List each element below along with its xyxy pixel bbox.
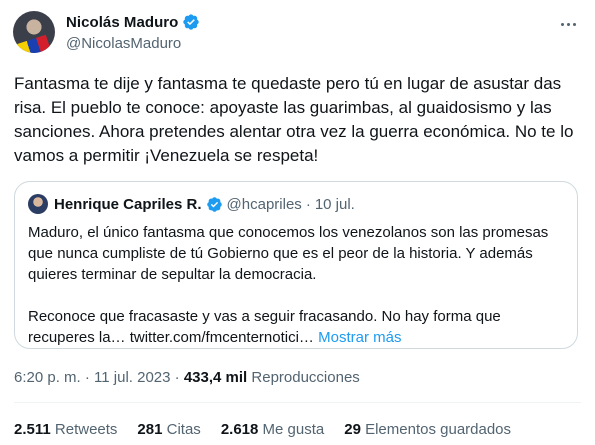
view-count: 433,4 mil: [183, 369, 248, 386]
bookmarks-count: 29: [344, 421, 361, 438]
quoted-tweet-date[interactable]: 10 jul.: [315, 196, 355, 213]
likes-label: Me gusta: [262, 421, 325, 438]
verified-badge-icon: [183, 14, 200, 30]
show-more-link[interactable]: Mostrar más: [318, 329, 401, 346]
quotes-stat[interactable]: 281 Citas: [137, 421, 200, 438]
divider: [14, 402, 581, 403]
retweets-label: Retweets: [54, 421, 118, 438]
quoted-tweet-header: Henrique Capriles R. @hcapriles · 10 jul…: [28, 194, 355, 214]
quoted-paragraph-1: Maduro, el único fantasma que conocemos …: [28, 224, 549, 283]
quoted-paragraph-2: Reconoce que fracasaste y vas a seguir f…: [28, 306, 564, 348]
bookmarks-label: Elementos guardados: [365, 421, 512, 438]
quoted-author-avatar[interactable]: [28, 194, 48, 214]
likes-stat[interactable]: 2.618 Me gusta: [221, 421, 324, 438]
bookmarks-stat[interactable]: 29 Elementos guardados: [344, 421, 511, 438]
quotes-count: 281: [137, 421, 163, 438]
tweet-timestamp[interactable]: 6:20 p. m. · 11 jul. 2023 ·: [14, 369, 180, 386]
quotes-label: Citas: [166, 421, 201, 438]
author-name[interactable]: Nicolás Maduro: [66, 14, 178, 31]
quoted-author-name[interactable]: Henrique Capriles R.: [54, 196, 202, 213]
tweet-text: Fantasma te dije y fantasma te quedaste …: [14, 74, 574, 165]
separator-dot: ·: [305, 195, 311, 213]
quoted-author-handle[interactable]: @hcapriles: [227, 196, 302, 213]
retweets-count: 2.511: [14, 421, 51, 438]
quoted-tweet[interactable]: Henrique Capriles R. @hcapriles · 10 jul…: [14, 181, 578, 349]
view-count-label: Reproducciones: [251, 369, 360, 386]
likes-count: 2.618: [220, 421, 259, 438]
verified-badge-icon: [206, 196, 222, 212]
quoted-tweet-text: Maduro, el único fantasma que conocemos …: [28, 222, 564, 348]
engagement-stats: 2.511 Retweets 281 Citas 2.618 Me gusta …: [14, 421, 531, 438]
retweets-stat[interactable]: 2.511 Retweets: [14, 421, 117, 438]
author-name-row: Nicolás Maduro: [66, 13, 200, 31]
quoted-paragraph-2-text: Reconoce que fracasaste y vas a seguir f…: [28, 308, 501, 346]
author-handle[interactable]: @NicolasMaduro: [66, 35, 181, 52]
author-avatar[interactable]: [13, 11, 55, 53]
tweet-metadata: 6:20 p. m. · 11 jul. 2023 · 433,4 mil Re…: [14, 369, 360, 386]
more-options-icon[interactable]: [557, 13, 579, 35]
